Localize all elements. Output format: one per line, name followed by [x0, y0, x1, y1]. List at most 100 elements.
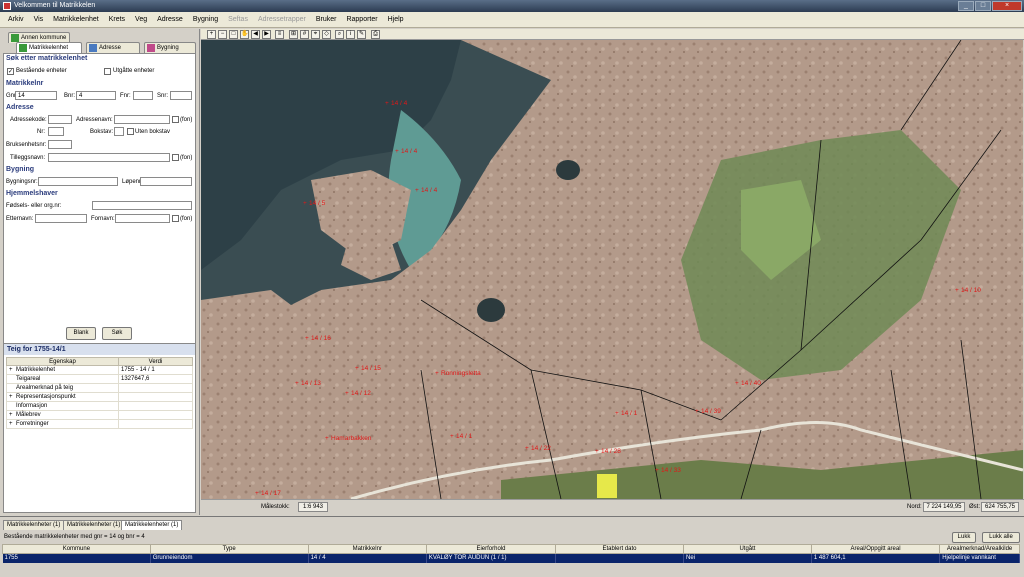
menu-seftas[interactable]: Seftas — [223, 12, 253, 28]
parcel-label[interactable]: 14 / 4 — [421, 187, 438, 194]
lopenr-input[interactable] — [140, 177, 192, 186]
parcel-label[interactable]: 14 / 13 — [301, 380, 321, 387]
menu-hjelp[interactable]: Hjelp — [383, 12, 409, 28]
scale-value[interactable]: 1:6 943 — [298, 502, 328, 512]
back-icon[interactable]: ◀ — [251, 30, 260, 39]
parcel-label[interactable]: 14 / 28 — [601, 448, 621, 455]
blank-button[interactable]: Blank — [66, 327, 96, 340]
column-header[interactable]: Kommune — [2, 544, 151, 554]
nr-input[interactable] — [48, 127, 64, 136]
search-map-icon[interactable]: ⌕ — [335, 30, 344, 39]
parcel-label[interactable]: 14 / 1 — [621, 410, 638, 417]
column-header[interactable]: Matrikkelnr — [307, 544, 427, 554]
expand-icon[interactable]: + — [9, 367, 16, 373]
maximize-button[interactable]: □ — [975, 1, 991, 11]
hjemmel-fon-checkbox[interactable] — [172, 215, 179, 222]
adressenavn-input[interactable] — [114, 115, 170, 124]
parcel-label[interactable]: 14 / 10 — [961, 287, 981, 294]
bygningsnr-input[interactable] — [38, 177, 118, 186]
results-tab-1[interactable]: Matrikkelenheter (1) — [3, 520, 65, 530]
menu-rapporter[interactable]: Rapporter — [341, 12, 382, 28]
snr-input[interactable] — [170, 91, 192, 100]
minimize-button[interactable]: _ — [958, 1, 974, 11]
column-header[interactable]: Arealmerknad/Arealkilde — [939, 544, 1020, 554]
parcel-label[interactable]: 14 / 16 — [311, 335, 331, 342]
parcel-label[interactable]: 14 / 40 — [741, 380, 761, 387]
column-header[interactable]: Type — [149, 544, 309, 554]
tilleggsnavn-fon-checkbox[interactable] — [172, 154, 179, 161]
utgaatte-checkbox[interactable] — [104, 68, 111, 75]
menu-krets[interactable]: Krets — [104, 12, 130, 28]
parcel-label[interactable]: 14 / 33 — [661, 467, 681, 474]
fornavn-input[interactable] — [115, 214, 170, 223]
layers-icon[interactable]: ≡ — [275, 30, 284, 39]
uten-bokstav-checkbox[interactable] — [127, 128, 134, 135]
tab-adresse[interactable]: Adresse — [86, 42, 140, 53]
menu-arkiv[interactable]: Arkiv — [3, 12, 29, 28]
close-all-results-button[interactable]: Lukk alle — [982, 532, 1020, 543]
grid-icon[interactable]: # — [300, 30, 309, 39]
results-tab-2[interactable]: Matrikkelenheter (1) — [63, 520, 125, 530]
expand-icon[interactable]: + — [9, 412, 16, 418]
measure-icon[interactable]: ◇ — [322, 30, 331, 39]
table-row[interactable]: 1755 Grunneiendom 14 / 4 KVALØY TOR AUDUN (… — [2, 553, 1020, 563]
expand-icon[interactable]: + — [9, 421, 16, 427]
parcel-label[interactable]: Hamarbakken — [331, 435, 372, 442]
bruksenhetsnr-input[interactable] — [48, 140, 72, 149]
fnr-input[interactable] — [133, 91, 153, 100]
select-icon[interactable]: ⌖ — [311, 30, 320, 39]
property-row[interactable]: Teigareal 1327647,6 — [6, 374, 193, 384]
property-row[interactable]: + Matrikkelenhet 1755 - 14 / 1 — [6, 365, 193, 375]
map-canvas[interactable]: 14 / 4+14 / 4+14 / 4+14 / 5+14 / 1+14 / … — [201, 40, 1023, 499]
pan-icon[interactable]: ✋ — [240, 30, 249, 39]
bnr-input[interactable]: 4 — [76, 91, 116, 100]
close-results-button[interactable]: Lukk — [952, 532, 976, 543]
scale-icon[interactable]: ⊞ — [289, 30, 298, 39]
menu-vis[interactable]: Vis — [29, 12, 49, 28]
column-header[interactable]: Etablert dato — [555, 544, 684, 554]
forward-icon[interactable]: ▶ — [262, 30, 271, 39]
property-row[interactable]: Informasjon — [6, 401, 193, 411]
property-row[interactable]: + Forretninger — [6, 419, 193, 429]
property-row[interactable]: + Målebrev — [6, 410, 193, 420]
menu-adresse[interactable]: Adresse — [152, 12, 188, 28]
bokstav-input[interactable] — [114, 127, 124, 136]
menu-bygning[interactable]: Bygning — [188, 12, 223, 28]
print-icon[interactable]: ⎙ — [371, 30, 380, 39]
column-header[interactable]: Utgått — [683, 544, 812, 554]
parcel-label[interactable]: 14 / 22 — [531, 445, 551, 452]
map-view[interactable]: 14 / 4 +14 / 4 +14 / 4 +14 / 5 +14 / 1 +14 / … — [201, 40, 1023, 499]
property-row[interactable]: Arealmerknad på teig — [6, 383, 193, 393]
tab-matrikkelenhet[interactable]: Matrikkelenhet — [16, 42, 82, 53]
results-tab-3[interactable]: Matrikkelenheter (1) — [121, 520, 183, 530]
column-header[interactable]: Eierforhold — [425, 544, 557, 554]
zoom-box-icon[interactable]: □ — [229, 30, 238, 39]
zoom-in-icon[interactable]: + — [207, 30, 216, 39]
gnr-input[interactable]: 14 — [15, 91, 57, 100]
parcel-label[interactable]: 14 / 17 — [261, 490, 281, 497]
zoom-out-icon[interactable]: − — [218, 30, 227, 39]
parcel-label[interactable]: Ronningsletta — [441, 370, 481, 377]
menu-adressetrapper[interactable]: Adressetrapper — [253, 12, 311, 28]
column-header[interactable]: Areal/Oppgitt areal — [810, 544, 941, 554]
etternavn-input[interactable] — [35, 214, 87, 223]
parcel-label[interactable]: 14 / 4 — [401, 148, 418, 155]
tilleggsnavn-input[interactable] — [48, 153, 170, 162]
property-row[interactable]: + Representasjonspunkt — [6, 392, 193, 402]
parcel-label[interactable]: 14 / 5 — [309, 200, 326, 207]
parcel-label[interactable]: 14 / 15 — [361, 365, 381, 372]
edit-icon[interactable]: ✎ — [357, 30, 366, 39]
menu-veg[interactable]: Veg — [130, 12, 152, 28]
fodsels-input[interactable] — [92, 201, 192, 210]
parcel-label[interactable]: 14 / 12 — [351, 390, 371, 397]
parcel-label[interactable]: 14 / 4 — [391, 100, 408, 107]
menu-bruker[interactable]: Bruker — [311, 12, 342, 28]
parcel-label[interactable]: 14 / 39 — [701, 408, 721, 415]
adressekode-input[interactable] — [48, 115, 72, 124]
menu-matrikkelenhet[interactable]: Matrikkelenhet — [48, 12, 104, 28]
tab-bygning[interactable]: Bygning — [144, 42, 196, 53]
parcel-label[interactable]: 14 / 1 — [456, 433, 473, 440]
info-icon[interactable]: i — [346, 30, 355, 39]
expand-icon[interactable]: + — [9, 394, 16, 400]
search-button[interactable]: Søk — [102, 327, 132, 340]
